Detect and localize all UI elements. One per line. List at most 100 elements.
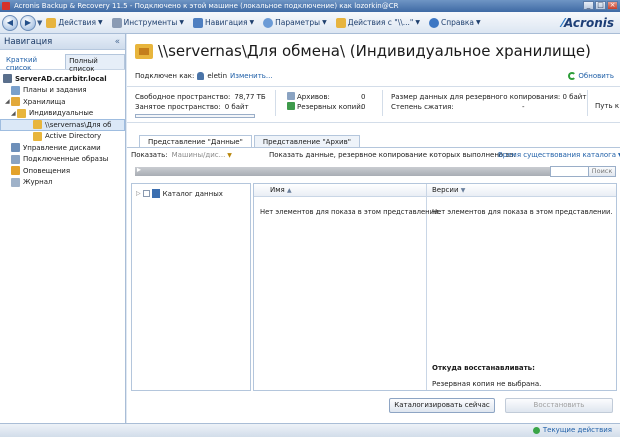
menu-actions[interactable]: Действия ▼ — [46, 17, 103, 28]
sidebar-header: Навигация « — [0, 34, 125, 50]
alert-icon — [11, 166, 20, 176]
menu-tools[interactable]: Инструменты ▼ — [111, 17, 184, 28]
catalog-root-item[interactable]: ▷ Каталог данных — [132, 184, 250, 198]
menu-navigation[interactable]: Навигация ▼ — [192, 17, 254, 28]
status-bar: Текущие действия — [0, 423, 620, 437]
search-bar: Поиск — [131, 165, 617, 178]
restore-from-value: Резервная копия не выбрана. — [432, 380, 542, 388]
collapse-sidebar-button[interactable]: « — [115, 34, 120, 50]
breadcrumb-bar[interactable] — [135, 165, 569, 176]
user-icon — [197, 72, 205, 80]
window-title: Acronis Backup & Recovery 11.5 - Подключ… — [14, 2, 399, 10]
tree-item-plans[interactable]: Планы и задания — [0, 85, 125, 97]
column-header: Имя ▲ Версии ▼ — [254, 184, 616, 197]
catalog-checkbox[interactable] — [142, 190, 150, 197]
window-controls: _ □ × — [583, 1, 618, 10]
restore-button[interactable]: Восстановить — [505, 398, 613, 413]
backups-count: 0 — [361, 103, 366, 111]
divider — [587, 90, 588, 116]
archive-icon — [287, 92, 295, 100]
expand-arrow-icon[interactable]: ▷ — [136, 190, 141, 197]
empty-versions-message: Нет элементов для показа в этом представ… — [432, 208, 613, 216]
catalog-icon — [151, 189, 160, 198]
main-toolbar: ◀ ▶ ▼ Действия ▼ Инструменты ▼ Навигация ▼ … — [0, 12, 620, 34]
tree-item-server[interactable]: ServerAD.cr.arbitr.local — [0, 73, 125, 85]
tree-item-vaults[interactable]: ◢ Хранилища — [0, 96, 125, 108]
computer-icon — [3, 74, 12, 84]
menu-help[interactable]: Справка ▼ — [428, 17, 481, 28]
chevron-down-icon: ▼ — [460, 187, 466, 194]
tree-item-mounted-images[interactable]: Подключенные образы — [0, 154, 125, 166]
actions-icon — [46, 17, 57, 28]
column-versions[interactable]: Версии ▼ — [432, 186, 465, 194]
space-usage-bar — [135, 114, 255, 118]
help-icon — [428, 17, 439, 28]
tab-short-list[interactable]: Краткий список — [3, 54, 63, 72]
plans-icon — [11, 85, 20, 95]
tab-archive-view[interactable]: Представление "Архив" — [253, 135, 360, 147]
change-credentials-link[interactable]: Изменить... — [230, 72, 273, 80]
close-button[interactable]: × — [607, 1, 618, 10]
history-dropdown-icon[interactable]: ▼ — [37, 19, 42, 27]
connected-user: eletin — [207, 72, 228, 80]
tab-underline — [127, 147, 620, 148]
folder-icon — [33, 120, 42, 130]
divider — [382, 90, 383, 116]
used-space-value: 0 байт — [224, 103, 249, 111]
show-filter-dropdown[interactable]: Машины/дис... — [172, 151, 232, 159]
menu-options[interactable]: Параметры ▼ — [263, 17, 327, 28]
menu-vault-actions[interactable]: Действия с "\\..." ▼ — [335, 17, 420, 28]
gear-icon — [263, 17, 274, 28]
folder-icon — [17, 108, 26, 118]
tab-full-list[interactable]: Полный список — [65, 54, 125, 73]
tree-item-active-directory[interactable]: Active Directory — [0, 131, 125, 143]
refresh-button[interactable]: Обновить — [568, 72, 614, 80]
tree-item-personal[interactable]: ◢ Индивидуальные — [0, 108, 125, 120]
tree-item-alerts[interactable]: Оповещения — [0, 165, 125, 177]
navigation-sidebar: Навигация « Краткий список Полный список… — [0, 34, 126, 423]
forward-button[interactable]: ▶ — [20, 14, 36, 31]
folder-icon — [33, 131, 42, 141]
chevron-down-icon: ▼ — [476, 19, 481, 26]
space-stats: Свободное пространство: 78,77 ТБ Занятое … — [135, 92, 266, 118]
sidebar-tabs: Краткий список Полный список — [0, 50, 125, 73]
catalog-now-button[interactable]: Каталогизировать сейчас — [389, 398, 495, 413]
log-icon — [11, 177, 20, 187]
filter-bar: Показать: Машины/дис... Показать данные,… — [131, 151, 617, 159]
status-ok-icon — [532, 426, 540, 434]
free-space-value: 78,77 ТБ — [234, 93, 266, 101]
connection-info: Подключен как: eletin Изменить... — [135, 72, 273, 80]
items-pane: Имя ▲ Версии ▼ Нет элементов для показа … — [253, 183, 617, 391]
tree-item-disk-management[interactable]: Управление дисками — [0, 142, 125, 154]
vault-folder-icon — [135, 43, 153, 59]
image-icon — [11, 154, 20, 164]
back-button[interactable]: ◀ — [2, 14, 18, 31]
minimize-button[interactable]: _ — [583, 1, 594, 10]
column-name[interactable]: Имя ▲ — [270, 186, 292, 194]
app-icon — [2, 2, 10, 10]
page-title: \\servernas\Для обмена\ (Индивидуальное … — [135, 42, 591, 60]
chevron-down-icon: ▼ — [415, 19, 420, 26]
acronis-logo: ⁄Acronis — [561, 16, 614, 30]
search-button[interactable]: Поиск — [588, 166, 616, 177]
refresh-icon — [568, 72, 577, 80]
divider — [275, 90, 276, 116]
path-label: Путь к — [595, 102, 620, 110]
divider — [127, 122, 620, 123]
main-panel: \\servernas\Для обмена\ (Индивидуальное … — [127, 34, 620, 423]
data-stats: Размер данных для резервного копирования… — [391, 93, 587, 111]
current-actions-button[interactable]: Текущие действия — [532, 426, 612, 434]
disk-icon — [11, 143, 20, 153]
restore-from-label: Откуда восстанавливать: — [432, 364, 535, 372]
maximize-button[interactable]: □ — [595, 1, 606, 10]
divider — [127, 86, 620, 87]
chevron-down-icon: ▼ — [179, 19, 184, 26]
archive-stats: Архивов: 0 Резервных копий: 0 — [287, 92, 366, 112]
backup-icon — [287, 102, 295, 110]
archives-count: 0 — [361, 93, 366, 101]
period-dropdown[interactable]: Время существования каталога — [498, 151, 620, 159]
navigation-tree: ServerAD.cr.arbitr.local Планы и задания… — [0, 70, 125, 188]
navigation-icon — [192, 17, 203, 28]
tree-item-log[interactable]: Журнал — [0, 177, 125, 189]
tree-item-servernas[interactable]: \\servernas\Для об — [0, 119, 125, 131]
